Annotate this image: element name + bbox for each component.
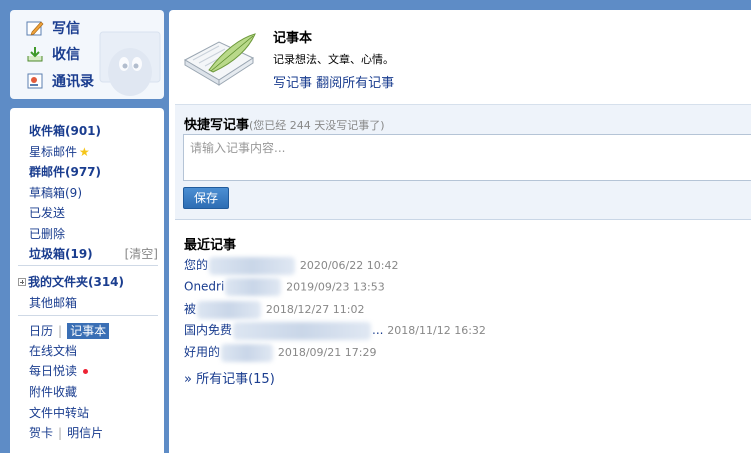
sidebar: 写信 收信 通讯录 收件箱(901) 星标邮件 ★ 群邮件(977) 草稿箱(9)… (10, 10, 164, 453)
page-title: 记事本 (273, 31, 313, 46)
greeting-card-link[interactable]: 贺卡 (29, 426, 53, 440)
quick-note-title: 快捷写记事 (184, 118, 250, 133)
online-docs-link[interactable]: 在线文档 (29, 342, 77, 359)
folder-deleted[interactable]: 已删除 (29, 225, 65, 242)
folder-sent[interactable]: 已发送 (29, 204, 65, 221)
compose-panel: 写信 收信 通讯录 (10, 10, 164, 99)
browse-all-notes-link[interactable]: 翻阅所有记事 (316, 76, 394, 91)
divider (18, 315, 158, 316)
all-notes-link[interactable]: » 所有记事(15) (184, 368, 275, 387)
list-item[interactable]: 您的 2020/06/22 10:42 (184, 256, 398, 275)
expand-icon[interactable] (18, 277, 26, 286)
note-title: 好用的 (184, 345, 221, 359)
quick-note-hint: (您已经 244 天没写记事了) (249, 119, 385, 132)
notebook-links: 写记事 翻阅所有记事 (273, 72, 394, 91)
recent-notes-title: 最近记事 (184, 238, 237, 253)
unread-dot-icon (83, 369, 89, 374)
my-folders-label: 我的文件夹(314) (28, 275, 125, 289)
redacted-text (225, 278, 282, 296)
notebook-link[interactable]: 记事本 (67, 323, 110, 339)
cards-row: 贺卡 | 明信片 (29, 424, 103, 441)
list-item[interactable]: 国内免费... 2018/11/12 16:32 (184, 321, 486, 340)
write-note-link[interactable]: 写记事 (273, 76, 312, 91)
attachments-link[interactable]: 附件收藏 (29, 383, 77, 400)
note-date: 2018/12/27 11:02 (265, 303, 365, 316)
daily-read-link[interactable]: 每日悦读 (29, 362, 89, 379)
note-title: 您的 (184, 258, 209, 272)
folder-drafts[interactable]: 草稿箱(9) (29, 184, 82, 201)
penguin-watermark-icon (99, 31, 161, 96)
contacts-button[interactable]: 通讯录 (26, 70, 94, 92)
redacted-text (197, 300, 262, 319)
page-subtitle: 记录想法、文章、心情。 (273, 53, 394, 66)
app-tabs: 日历 | 记事本 (29, 322, 110, 339)
star-icon: ★ (79, 145, 90, 159)
daily-read-label: 每日悦读 (29, 364, 78, 378)
contacts-label: 通讯录 (52, 74, 94, 90)
redacted-text (221, 343, 274, 362)
address-book-icon (27, 73, 43, 89)
note-content-input[interactable]: 请输入记事内容... (183, 134, 751, 181)
redacted-text (209, 256, 296, 275)
note-date: 2018/09/21 17:29 (277, 346, 377, 359)
note-title: 国内免费 (184, 323, 233, 337)
pencil-icon (26, 21, 44, 36)
note-date: 2019/09/23 13:53 (286, 280, 385, 294)
list-item[interactable]: Onedri 2019/09/23 13:53 (184, 278, 385, 296)
notebook-feather-icon (183, 33, 256, 86)
calendar-link[interactable]: 日历 (29, 324, 53, 338)
inbox-download-icon (27, 47, 43, 62)
receive-mail-button[interactable]: 收信 (26, 43, 80, 65)
postcard-link[interactable]: 明信片 (67, 426, 103, 440)
spam-clear-link[interactable]: [清空] (125, 245, 158, 262)
save-button[interactable]: 保存 (183, 187, 229, 209)
receive-mail-label: 收信 (52, 47, 80, 63)
list-item[interactable]: 好用的 2018/09/21 17:29 (184, 343, 376, 362)
notebook-main: 记事本 记录想法、文章、心情。 写记事 翻阅所有记事 快捷写记事(您已经 244… (169, 10, 751, 453)
folder-starred[interactable]: 星标邮件 ★ (29, 143, 90, 160)
file-transfer-link[interactable]: 文件中转站 (29, 404, 89, 421)
list-item[interactable]: 被 2018/12/27 11:02 (184, 300, 364, 319)
my-folders[interactable]: 我的文件夹(314) (18, 273, 124, 290)
note-date: 2020/06/22 10:42 (299, 259, 399, 272)
separator: | (58, 324, 63, 338)
redacted-text (233, 321, 372, 340)
folder-spam[interactable]: 垃圾箱(19) (29, 245, 93, 262)
divider (18, 265, 158, 266)
note-title: 被 (184, 302, 197, 316)
note-title-ellipsis: ... (372, 323, 384, 337)
folder-starred-label: 星标邮件 (29, 145, 78, 159)
folder-other-mailboxes[interactable]: 其他邮箱 (29, 294, 77, 311)
folder-inbox[interactable]: 收件箱(901) (29, 122, 101, 139)
separator: | (58, 426, 63, 440)
notebook-header: 记事本 记录想法、文章、心情。 写记事 翻阅所有记事 (169, 10, 751, 104)
folder-panel: 收件箱(901) 星标邮件 ★ 群邮件(977) 草稿箱(9) 已发送 已删除 垃… (10, 108, 164, 453)
write-mail-button[interactable]: 写信 (26, 17, 80, 39)
folder-group[interactable]: 群邮件(977) (29, 163, 101, 180)
note-date: 2018/11/12 16:32 (387, 324, 486, 337)
write-mail-label: 写信 (52, 21, 80, 37)
quick-note-panel: 快捷写记事(您已经 244 天没写记事了) 请输入记事内容... 保存 (175, 104, 751, 220)
note-title: Onedri (184, 279, 225, 294)
quick-note-heading: 快捷写记事(您已经 244 天没写记事了) (184, 114, 385, 133)
